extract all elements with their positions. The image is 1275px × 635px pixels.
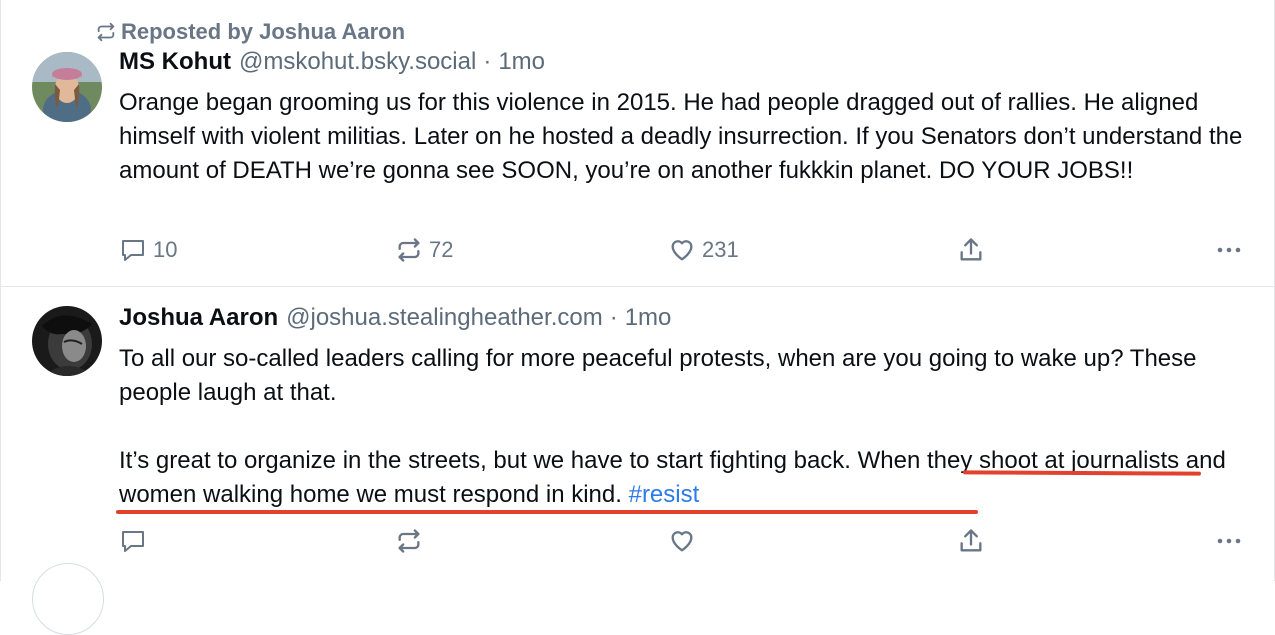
post-text: Orange began grooming us for this violen… (119, 89, 1249, 184)
reply-button[interactable] (119, 524, 147, 558)
like-button[interactable]: 231 (668, 233, 739, 267)
post-header: Joshua Aaron @joshua.stealingheather.com… (119, 304, 671, 334)
next-post-avatar[interactable] (32, 563, 104, 635)
post-actions: 10 72 231 (119, 233, 1259, 267)
repost-button[interactable]: 72 (395, 233, 453, 267)
repost-icon (398, 238, 420, 262)
author-handle[interactable]: @mskohut.bsky.social (239, 48, 476, 76)
share-button[interactable] (957, 233, 985, 267)
hashtag-link[interactable]: #resist (629, 481, 700, 508)
repost-count: 72 (429, 237, 454, 262)
author-handle[interactable]: @joshua.stealingheather.com (286, 304, 603, 332)
repost-icon (97, 22, 115, 42)
annotation-underline (116, 510, 978, 514)
share-button[interactable] (957, 524, 985, 558)
heart-icon (671, 531, 693, 552)
repost-label: Reposted by Joshua Aaron (121, 19, 406, 44)
repost-icon (398, 529, 420, 553)
more-icon (1217, 247, 1241, 253)
like-button[interactable] (668, 524, 696, 558)
repost-button[interactable] (395, 524, 423, 558)
reply-icon (122, 240, 144, 261)
separator: · (483, 48, 492, 75)
post-actions (119, 524, 1259, 558)
post-text: To all our so-called leaders calling for… (119, 342, 1259, 512)
reply-icon (122, 531, 144, 552)
reply-count: 10 (153, 237, 178, 262)
timestamp[interactable]: 1mo (498, 48, 545, 76)
share-icon (960, 238, 982, 261)
author-name[interactable]: Joshua Aaron (119, 304, 278, 332)
heart-icon (671, 240, 693, 261)
post-header: MS Kohut @mskohut.bsky.social · 1mo (119, 48, 545, 78)
avatar[interactable] (32, 306, 102, 376)
like-count: 231 (702, 237, 739, 262)
avatar[interactable] (32, 52, 102, 122)
timestamp[interactable]: 1mo (625, 304, 672, 332)
repost-indicator[interactable]: Reposted by Joshua Aaron (95, 18, 405, 46)
more-button[interactable] (1215, 233, 1243, 267)
post-mskohut[interactable]: Reposted by Joshua Aaron MS Kohut @mskoh… (1, 0, 1274, 287)
reply-button[interactable]: 10 (119, 233, 177, 267)
more-icon (1217, 538, 1241, 544)
more-button[interactable] (1215, 524, 1243, 558)
feed: Reposted by Joshua Aaron MS Kohut @mskoh… (0, 0, 1275, 635)
author-name[interactable]: MS Kohut (119, 48, 231, 76)
post-paragraph-1: To all our so-called leaders calling for… (119, 345, 1204, 406)
separator: · (609, 304, 618, 331)
share-icon (960, 529, 982, 552)
